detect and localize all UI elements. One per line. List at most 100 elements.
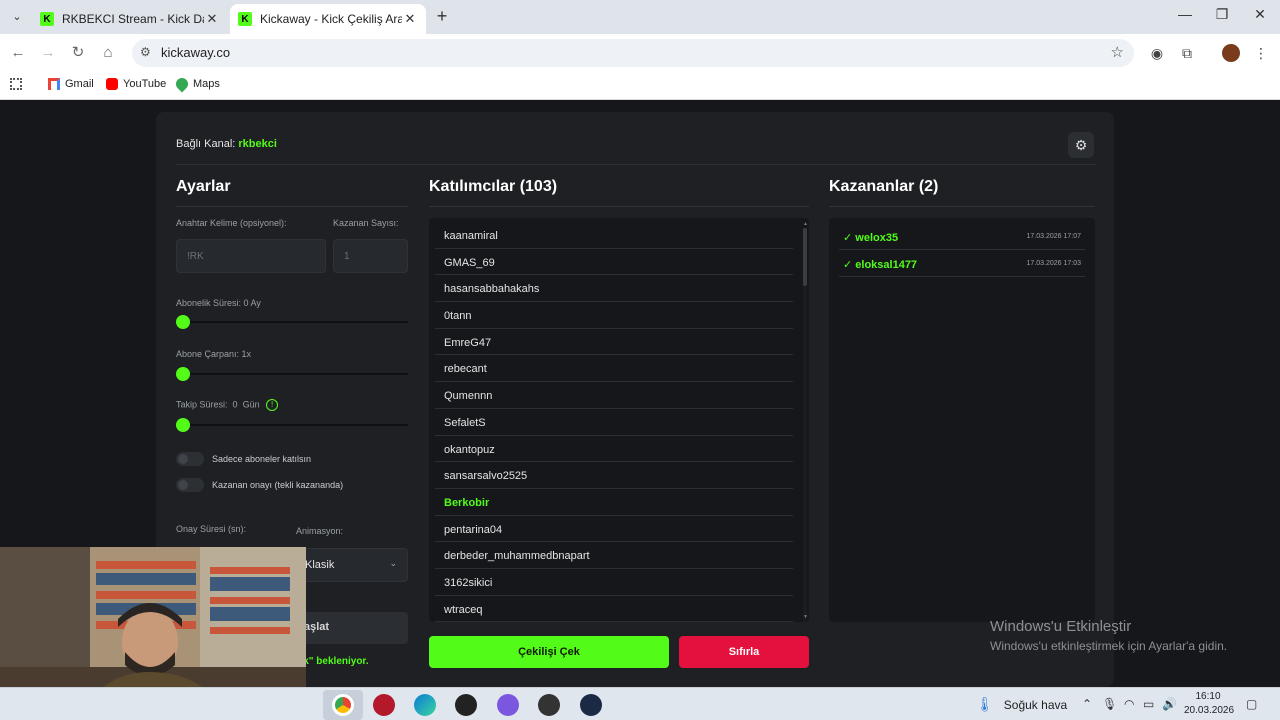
- site-settings-icon[interactable]: ⚙: [140, 45, 151, 59]
- microphone-icon[interactable]: 🎙: [1102, 697, 1117, 711]
- winner-row: ✓ welox35 17.03.2026 17:07: [839, 224, 1085, 250]
- thermometer-icon: 🌡: [976, 696, 994, 712]
- bookmark-gmail[interactable]: Gmail: [48, 78, 94, 90]
- forward-arrow-icon[interactable]: →: [38, 43, 58, 63]
- participant-row: pentarina04: [435, 516, 793, 543]
- browser-menu-icon[interactable]: ⋮: [1252, 44, 1270, 62]
- waiting-status: !rk" bekleniyor.: [296, 656, 369, 667]
- close-tab-icon[interactable]: ✕: [204, 11, 220, 27]
- app-taskbar-icon[interactable]: [580, 694, 602, 716]
- windows-activation-watermark: Windows'u Etkinleştir Windows'u etkinleş…: [990, 618, 1228, 653]
- winner-name: ✓ eloksal1477: [843, 259, 918, 271]
- participant-row: kaanamiral: [435, 222, 793, 249]
- url-text[interactable]: kickaway.co: [161, 45, 230, 60]
- winner-row: ✓ eloksal1477 17.03.2026 17:03: [839, 251, 1085, 277]
- participants-title: Katılımcılar (103): [429, 178, 558, 195]
- new-tab-plus-icon[interactable]: +: [432, 7, 452, 27]
- maximize-icon[interactable]: ❐: [1207, 6, 1237, 23]
- settings-gear-icon[interactable]: ⚙: [1068, 132, 1094, 158]
- home-icon[interactable]: ⌂: [98, 43, 118, 63]
- bookmark-star-icon[interactable]: ☆: [1111, 43, 1124, 61]
- participant-row: sansarsalvo2525: [435, 462, 793, 489]
- winner-count-label: Kazanan Sayısı:: [333, 218, 399, 228]
- sub-duration-slider[interactable]: [176, 315, 408, 329]
- chevron-down-icon: ⌄: [389, 558, 397, 568]
- bookmarks-bar: Gmail YouTube Maps: [0, 72, 1280, 100]
- bookmark-youtube[interactable]: YouTube: [106, 78, 166, 90]
- toggle-switch[interactable]: [176, 452, 204, 466]
- slider-thumb[interactable]: [176, 315, 190, 329]
- participant-row: 0tann: [435, 302, 793, 329]
- winners-list: ✓ welox35 17.03.2026 17:07 ✓ eloksal1477…: [829, 218, 1095, 622]
- participant-row: Qumennn: [435, 382, 793, 409]
- reload-icon[interactable]: ↻: [68, 43, 88, 63]
- toggle-winner-confirm[interactable]: Kazanan onayı (tekli kazananda): [176, 478, 343, 492]
- participant-row: wtraceq: [435, 596, 793, 622]
- participant-row: derbeder_muhammedbnapart: [435, 542, 793, 569]
- participant-row: GMAS_69: [435, 249, 793, 276]
- toggle-subs-only[interactable]: Sadece aboneler katılsın: [176, 452, 311, 466]
- close-tab-icon[interactable]: ✕: [402, 11, 418, 27]
- sub-multiplier-label: Abone Çarpanı: 1x: [176, 349, 252, 359]
- follow-duration-label: Takip Süresi: 0 Gün !: [176, 399, 279, 411]
- youtube-icon: [106, 78, 118, 90]
- kick-favicon-icon: K: [40, 12, 54, 26]
- scrollbar[interactable]: [803, 228, 807, 622]
- participants-list[interactable]: kaanamiral GMAS_69 hasansabbahakahs 0tann Em…: [429, 218, 809, 622]
- edge-taskbar-icon[interactable]: [414, 694, 436, 716]
- app-taskbar-icon[interactable]: [538, 694, 560, 716]
- draw-giveaway-button[interactable]: Çekilişi Çek: [429, 636, 669, 668]
- minimize-icon[interactable]: —: [1170, 6, 1200, 22]
- battery-icon[interactable]: ▭: [1143, 697, 1154, 711]
- slider-thumb[interactable]: [176, 367, 190, 381]
- tray-chevron-up-icon[interactable]: ⌃: [1082, 697, 1092, 711]
- scroll-down-icon[interactable]: ▼: [803, 614, 808, 620]
- animation-select[interactable]: Klasik ⌄: [296, 548, 408, 582]
- participant-row: EmreG47: [435, 329, 793, 356]
- volume-icon[interactable]: 🔊: [1162, 697, 1177, 711]
- reset-button[interactable]: Sıfırla: [679, 636, 809, 668]
- tab-kickaway[interactable]: K Kickaway - Kick Çekiliş Aracı ✕: [230, 4, 426, 34]
- sub-multiplier-slider[interactable]: [176, 367, 408, 381]
- connected-channel: Bağlı Kanal: rkbekci: [176, 138, 277, 150]
- weather-widget[interactable]: 🌡 Soğuk hava: [976, 696, 1067, 713]
- apps-grid-icon[interactable]: [10, 78, 27, 90]
- scroll-up-icon[interactable]: ▲: [803, 221, 808, 227]
- divider: [429, 206, 809, 207]
- extensions-puzzle-icon[interactable]: ⧉: [1178, 44, 1196, 62]
- keyword-label: Anahtar Kelime (opsiyonel):: [176, 218, 287, 228]
- participant-row: SefaletS: [435, 409, 793, 436]
- winner-name: ✓ welox35: [843, 232, 899, 244]
- winner-count-input[interactable]: 1: [333, 239, 408, 273]
- close-window-icon[interactable]: ✕: [1245, 6, 1275, 23]
- back-arrow-icon[interactable]: ←: [8, 43, 28, 63]
- extension-globe-icon[interactable]: ◉: [1148, 44, 1166, 62]
- gmail-icon: [48, 78, 60, 90]
- clock[interactable]: 16:10 20.03.2026: [1184, 690, 1234, 718]
- discord-taskbar-icon[interactable]: [497, 694, 519, 716]
- slider-thumb[interactable]: [176, 418, 190, 432]
- browser-toolbar: ← → ↻ ⌂ ⚙ kickaway.co ☆ ◉ ⧉ ⋮: [0, 34, 1280, 72]
- profile-avatar[interactable]: [1222, 44, 1240, 62]
- address-bar[interactable]: ⚙ kickaway.co ☆: [132, 39, 1134, 67]
- tab-search-chevron-icon[interactable]: ⌄: [6, 7, 28, 27]
- tab-kick-dashboard[interactable]: K RKBEKCI Stream - Kick Dashboard ✕: [32, 4, 228, 34]
- app-taskbar-icon[interactable]: [373, 694, 395, 716]
- wifi-icon[interactable]: ◠: [1124, 697, 1134, 711]
- browser-tab-bar: ⌄ K RKBEKCI Stream - Kick Dashboard ✕ K …: [0, 0, 1280, 34]
- keyword-input[interactable]: !RK: [176, 239, 326, 273]
- chrome-taskbar-icon[interactable]: [332, 694, 354, 716]
- obs-taskbar-icon[interactable]: [455, 694, 477, 716]
- follow-duration-slider[interactable]: [176, 418, 408, 432]
- bookmark-maps[interactable]: Maps: [173, 75, 220, 93]
- toggle-switch[interactable]: [176, 478, 204, 492]
- participant-row: okantopuz: [435, 436, 793, 463]
- notifications-icon[interactable]: ▢: [1246, 697, 1257, 711]
- scrollbar-thumb[interactable]: [803, 228, 807, 286]
- sub-duration-label: Abonelik Süresi: 0 Ay: [176, 298, 261, 308]
- info-icon[interactable]: !: [266, 399, 279, 411]
- start-button[interactable]: aşlat: [296, 612, 408, 644]
- participant-row: 3162sikici: [435, 569, 793, 596]
- participant-row: Berkobir: [435, 489, 793, 516]
- channel-name: rkbekci: [238, 138, 277, 150]
